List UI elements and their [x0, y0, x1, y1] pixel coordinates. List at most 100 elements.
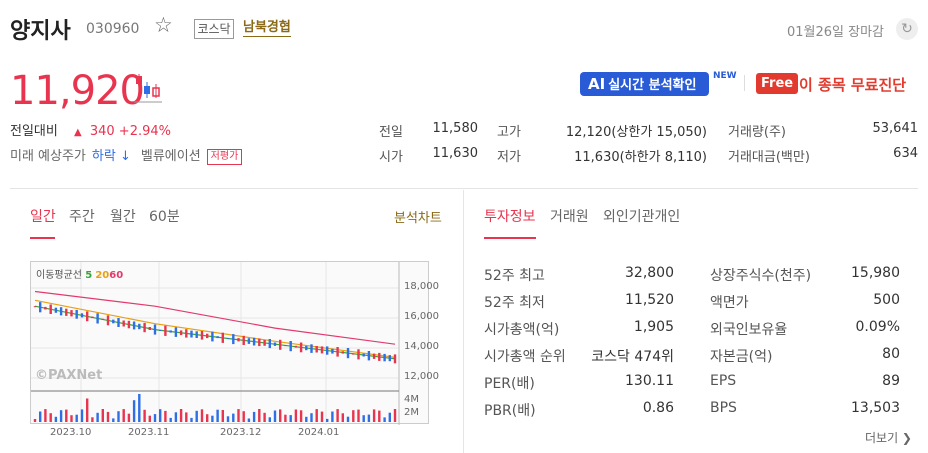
- candle: [216, 336, 219, 339]
- change-row: 전일대비 ▲ 340 +2.94%: [10, 120, 171, 139]
- ai-analysis-button[interactable]: AI 실시간 분석확인: [580, 72, 709, 96]
- amount-value: 634: [893, 146, 918, 161]
- info-value: 0.86: [642, 400, 674, 416]
- info-label: 시가총액 순위: [484, 349, 566, 365]
- candle: [232, 334, 235, 345]
- candle: [159, 330, 162, 331]
- candle: [268, 339, 271, 349]
- ma20-label: 20: [95, 270, 110, 281]
- amount-label: 거래대금(백만): [728, 150, 810, 165]
- volume-bar: [352, 410, 355, 422]
- candle: [122, 320, 125, 327]
- volume-bar: [86, 398, 89, 422]
- candle: [39, 302, 42, 313]
- theme-link[interactable]: 남북경협: [243, 19, 291, 37]
- candle: [143, 322, 146, 333]
- candle: [383, 353, 386, 362]
- info-value: 0.09%: [855, 319, 900, 335]
- volume-bar: [65, 409, 68, 422]
- pred-value[interactable]: 하락 ↓: [92, 149, 131, 164]
- candle-chart-icon[interactable]: [134, 72, 162, 104]
- candle: [326, 346, 329, 355]
- price-chart[interactable]: 이동평균선 5 2060 ©PAXNet 18,000 16,000 14,00…: [30, 261, 439, 425]
- x-tick: 2024.01: [298, 427, 340, 438]
- candle: [206, 333, 209, 339]
- info-label: 상장주식수(천주): [710, 265, 811, 285]
- tab-daily[interactable]: 일간: [30, 206, 56, 226]
- candle: [117, 318, 120, 327]
- analysis-chart-link[interactable]: 분석차트: [394, 207, 442, 226]
- volume-bar: [279, 409, 282, 422]
- open-value: 11,630: [432, 146, 479, 161]
- volume-bar: [242, 411, 245, 422]
- volume-bar: [372, 409, 376, 422]
- candle: [174, 327, 178, 337]
- candle: [112, 319, 115, 324]
- candle: [132, 321, 136, 330]
- favorite-star-icon[interactable]: ☆: [154, 13, 173, 37]
- candle: [59, 307, 63, 316]
- tab-investor-type[interactable]: 외인기관개인: [603, 206, 680, 226]
- info-value: 1,905: [633, 319, 674, 335]
- current-price: 11,920: [10, 68, 145, 114]
- volume-bar: [232, 413, 235, 422]
- tab-weekly[interactable]: 주간: [69, 206, 95, 226]
- change-value: 340: [89, 124, 115, 139]
- tab-60min[interactable]: 60분: [149, 206, 180, 226]
- refresh-icon[interactable]: ↻: [896, 18, 918, 40]
- volume-bar: [247, 418, 251, 422]
- volume-bar: [106, 411, 110, 422]
- stock-name: 양지사: [10, 19, 71, 44]
- open-label: 시가: [379, 150, 403, 165]
- volume-bar: [164, 410, 167, 422]
- tab-brokers[interactable]: 거래원: [550, 206, 589, 226]
- volume-bar: [49, 413, 52, 422]
- volume-bar: [59, 410, 63, 422]
- volume-bar: [263, 412, 266, 422]
- volume-bar: [96, 412, 99, 422]
- volume-bar: [112, 418, 115, 422]
- volume-bar: [346, 416, 350, 422]
- x-tick: 2023.12: [220, 427, 262, 438]
- info-label: 외국인보유율: [710, 322, 788, 338]
- info-label: BPS: [710, 400, 737, 416]
- volume-bar: [315, 409, 318, 422]
- valuation-badge[interactable]: 저평가: [206, 149, 243, 165]
- info-value: 500: [873, 292, 900, 308]
- valuation-label: 벨류에이션: [140, 149, 201, 164]
- candle: [226, 338, 230, 340]
- volume-bar: [138, 394, 141, 422]
- volume-bar: [195, 410, 198, 422]
- free-tag[interactable]: Free: [756, 73, 799, 94]
- info-value: 80: [882, 346, 900, 362]
- candle: [273, 342, 277, 346]
- volume-bar: [101, 409, 104, 422]
- candle: [378, 352, 381, 361]
- ma5-label: 5: [85, 270, 93, 281]
- new-tag: NEW: [713, 71, 737, 81]
- tab-monthly[interactable]: 월간: [110, 206, 136, 226]
- volume-bar: [268, 417, 271, 422]
- candle: [169, 330, 172, 333]
- volume-bar: [153, 414, 157, 422]
- info-value: 130.11: [625, 373, 674, 389]
- free-diagnosis-link[interactable]: 이 종목 무료진단: [799, 74, 906, 95]
- volume-bar: [393, 409, 397, 422]
- volume-value: 53,641: [872, 121, 919, 136]
- volume-bar: [383, 417, 386, 422]
- volume-bar: [320, 411, 324, 422]
- y-tick: 14,000: [404, 341, 439, 352]
- shares-label: 상장주식수(천주): [710, 268, 812, 284]
- low-value: 11,630(하한가 8,110): [574, 150, 707, 165]
- volume-bar: [237, 409, 240, 422]
- volume-bar: [185, 412, 188, 422]
- volume-bar: [127, 413, 131, 422]
- more-link[interactable]: 더보기 ❯: [865, 429, 912, 446]
- candle: [357, 349, 360, 360]
- volume-bar: [148, 415, 151, 422]
- tab-investment-info[interactable]: 투자정보: [484, 206, 536, 226]
- candle: [305, 345, 308, 351]
- divider: [10, 188, 918, 189]
- ai-text: 실시간 분석확인: [608, 78, 697, 93]
- volume-bar: [367, 414, 371, 422]
